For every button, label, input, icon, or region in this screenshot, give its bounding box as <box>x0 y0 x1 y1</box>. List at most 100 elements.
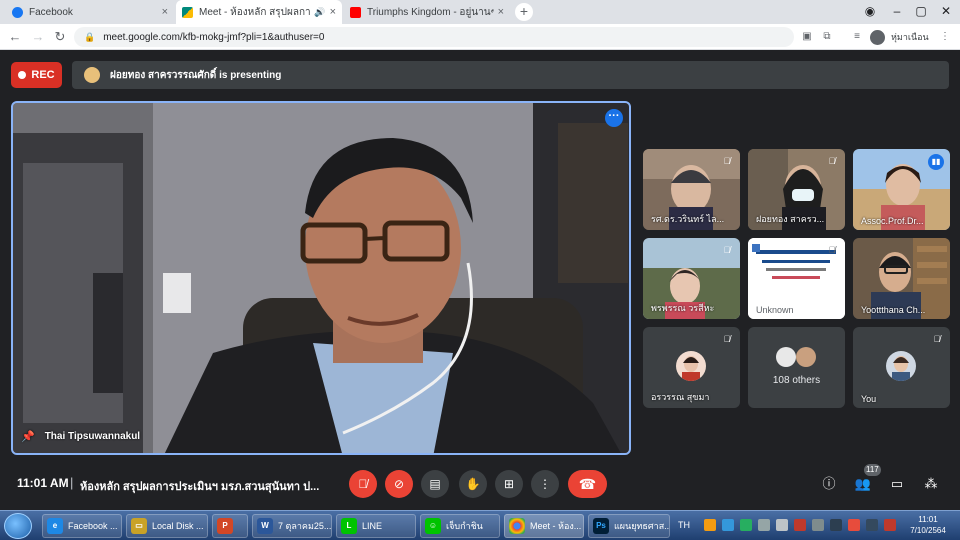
participant-tile[interactable]: 🎙̸ ฝอยทอง สาครว... <box>748 149 845 230</box>
windows-taskbar: e Facebook ... ▭ Local Disk ... P W 7 ตุ… <box>0 510 960 540</box>
tab-title: Triumphs Kingdom - อยู่นานๆ อีก <box>367 6 494 18</box>
present-now-button[interactable]: ⊞ <box>495 470 523 498</box>
taskbar-item-powerpoint[interactable]: P <box>212 514 248 538</box>
start-button[interactable] <box>4 513 32 539</box>
ie-icon: e <box>47 518 63 534</box>
address-bar[interactable]: 🔒 meet.google.com/kfb-mokg-jmf?pli=1&aut… <box>74 27 794 47</box>
participant-tile[interactable]: 🎙̸ อรวรรณ สุขมา <box>643 327 740 408</box>
taskbar-item-word[interactable]: W 7 ตุลาคม25... <box>252 514 332 538</box>
taskbar-item-line-chat[interactable]: ☺ เจ็บกำชิน <box>420 514 500 538</box>
powerpoint-icon: P <box>217 518 233 534</box>
maximize-icon[interactable]: ▢ <box>909 0 933 24</box>
display-icon[interactable] <box>866 519 878 531</box>
tray-app-icon[interactable] <box>704 519 716 531</box>
record-dot-icon <box>18 71 27 79</box>
more-options-button[interactable]: ··· <box>605 109 623 127</box>
meet-icon <box>182 6 193 18</box>
battery-icon[interactable] <box>830 519 842 531</box>
flag-icon[interactable] <box>812 519 824 531</box>
main-speaker-video[interactable]: ··· 📌 Thai Tipsuwannakul <box>11 101 631 455</box>
profile-avatar-icon <box>870 29 885 45</box>
profile-button[interactable]: หุ่มาเนือน <box>870 28 929 46</box>
taskbar-time: 11:01 <box>918 515 938 524</box>
update-icon[interactable] <box>884 519 896 531</box>
tab-facebook[interactable]: Facebook × <box>6 0 174 24</box>
tab-youtube[interactable]: Triumphs Kingdom - อยู่นานๆ อีก × <box>344 0 510 24</box>
participant-tile[interactable]: 🎙̸ พรพรรณ วรสีหะ <box>643 238 740 319</box>
photoshop-icon: Ps <box>593 518 609 534</box>
speaker-icon[interactable]: 🔊 <box>314 7 325 18</box>
media-control-icon[interactable]: ◉ <box>858 0 882 24</box>
profile-label: หุ่มาเนือน <box>891 32 929 42</box>
reload-icon[interactable]: ↻ <box>51 28 69 46</box>
others-tile[interactable]: 108 others <box>748 327 845 408</box>
participant-tile[interactable]: 🎙̸ Unknown <box>748 238 845 319</box>
taskbar-item-label: แผนยุทธศาส... <box>614 521 670 531</box>
acrobat-icon[interactable] <box>848 519 860 531</box>
more-options-button[interactable]: ⋮ <box>531 470 559 498</box>
translate-icon[interactable]: ⧉ <box>820 30 834 44</box>
taskbar-date: 7/10/2564 <box>910 526 946 535</box>
speaker-video-image <box>13 103 629 453</box>
line-tray-icon[interactable] <box>740 519 752 531</box>
chrome-icon <box>509 518 525 534</box>
bluetooth-icon[interactable] <box>722 519 734 531</box>
word-icon: W <box>257 518 273 534</box>
back-arrow-icon[interactable]: ← <box>6 28 24 46</box>
meeting-clock: 11:01 AM <box>17 476 69 490</box>
close-window-icon[interactable]: ✕ <box>934 0 958 24</box>
participant-name: อรวรรณ สุขมา <box>651 392 710 402</box>
taskbar-item-label: LINE <box>362 521 383 531</box>
url-text: meet.google.com/kfb-mokg-jmf?pli=1&authu… <box>103 31 325 43</box>
rec-label: REC <box>31 69 55 81</box>
mic-off-button[interactable]: 🎙̸ <box>349 470 377 498</box>
taskbar-item-photoshop[interactable]: Ps แผนยุทธศาส... <box>588 514 670 538</box>
language-indicator[interactable]: TH <box>678 520 690 530</box>
meeting-info-icon[interactable]: ⓘ <box>820 475 838 493</box>
taskbar-item-chrome[interactable]: Meet - ห้อง... <box>504 514 584 538</box>
divider: | <box>70 475 74 490</box>
activities-icon[interactable]: ⁂ <box>922 475 940 493</box>
others-count: 108 others <box>772 375 821 386</box>
captions-button[interactable]: ▤ <box>421 470 449 498</box>
raise-hand-button[interactable]: ✋ <box>459 470 487 498</box>
taskbar-item-facebook[interactable]: e Facebook ... <box>42 514 122 538</box>
tab-meet[interactable]: Meet - ห้องหลัก สรุปผลการประ 🔊 × <box>176 0 342 24</box>
presenting-text: ฝอยทอง สาครวรรณศักดิ์ is presenting <box>110 69 282 81</box>
recording-badge: REC <box>11 62 62 88</box>
browser-toolbar: ← → ↻ 🔒 meet.google.com/kfb-mokg-jmf?pli… <box>0 24 960 50</box>
participant-tile[interactable]: 🎙̸ รศ.ดร.วรินทร์ ไล... <box>643 149 740 230</box>
main-speaker-name: 📌 Thai Tipsuwannakul <box>21 430 140 443</box>
participant-tile[interactable]: ▮▮ Assoc.Prof.Dr... <box>853 149 950 230</box>
camera-off-button[interactable]: ⊘ <box>385 470 413 498</box>
taskbar-clock[interactable]: 11:01 7/10/2564 <box>903 514 953 536</box>
chat-icon[interactable]: ▭ <box>888 475 906 493</box>
participant-avatar <box>676 351 706 381</box>
leave-call-button[interactable]: ☎ <box>568 470 607 498</box>
pin-icon[interactable]: 📌 <box>21 430 35 443</box>
minimize-icon[interactable]: – <box>885 0 909 24</box>
camera-blocked-icon[interactable]: ▣ <box>800 30 814 44</box>
network-icon[interactable] <box>758 519 770 531</box>
youtube-icon <box>350 6 361 18</box>
lock-icon: 🔒 <box>84 31 96 42</box>
participant-tile[interactable]: Yoottthana Ch... <box>853 238 950 319</box>
new-tab-button[interactable]: + <box>515 3 533 21</box>
mic-off-icon: 🎙̸ <box>723 156 731 166</box>
taskbar-item-line[interactable]: L LINE <box>336 514 416 538</box>
forward-arrow-icon[interactable]: → <box>29 28 47 46</box>
reading-list-icon[interactable]: ≡ <box>850 30 864 44</box>
taskbar-item-local-disk[interactable]: ▭ Local Disk ... <box>126 514 208 538</box>
close-icon[interactable]: × <box>330 6 336 18</box>
drive-icon: ▭ <box>131 518 147 534</box>
facebook-icon <box>12 6 23 18</box>
participant-name: ฝอยทอง สาครว... <box>756 214 825 224</box>
close-icon[interactable]: × <box>498 6 504 18</box>
people-icon[interactable]: 👥 <box>854 475 872 493</box>
speaking-indicator-icon: ▮▮ <box>928 154 944 170</box>
self-tile[interactable]: 🎙̸ You <box>853 327 950 408</box>
close-icon[interactable]: × <box>162 6 168 18</box>
menu-dots-icon[interactable]: ⋮ <box>938 30 952 44</box>
antivirus-icon[interactable] <box>794 519 806 531</box>
volume-icon[interactable] <box>776 519 788 531</box>
